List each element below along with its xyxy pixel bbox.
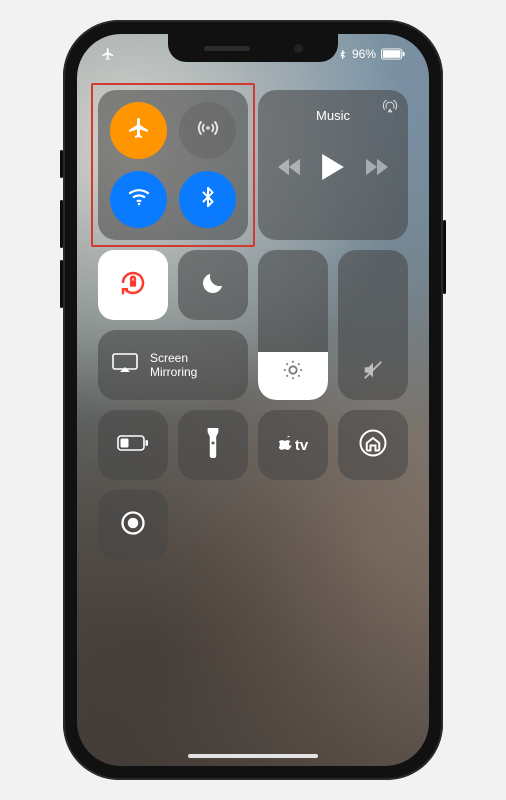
volume-slider[interactable] — [338, 250, 408, 400]
airplay-icon — [382, 100, 398, 119]
apple-tv-remote-button[interactable]: tv — [258, 410, 328, 480]
bluetooth-icon — [197, 184, 219, 215]
cellular-antenna-icon — [195, 115, 221, 146]
wifi-toggle[interactable] — [110, 171, 167, 228]
battery-icon — [117, 434, 149, 457]
side-button — [443, 220, 446, 294]
screen-mirroring-icon — [112, 353, 138, 376]
screen-mirroring-label: Screen Mirroring — [150, 351, 197, 380]
home-indicator[interactable] — [188, 754, 318, 758]
connectivity-module[interactable] — [98, 90, 248, 240]
screen-recording-button[interactable] — [98, 490, 168, 560]
media-title: Music — [316, 108, 350, 142]
wifi-icon — [126, 184, 152, 215]
next-track-button[interactable] — [366, 158, 388, 181]
low-power-mode-toggle[interactable] — [98, 410, 168, 480]
bluetooth-toggle[interactable] — [179, 171, 236, 228]
screen-mirroring-button[interactable]: Screen Mirroring — [98, 330, 248, 400]
sun-icon — [282, 359, 304, 386]
do-not-disturb-toggle[interactable] — [178, 250, 248, 320]
volume-down-button — [60, 260, 63, 308]
flashlight-icon — [205, 428, 221, 463]
volume-mute-icon — [361, 359, 385, 386]
orientation-lock-toggle[interactable] — [98, 250, 168, 320]
screen: 96% — [77, 34, 429, 766]
brightness-slider[interactable] — [258, 250, 328, 400]
orientation-lock-icon — [118, 268, 148, 303]
home-button[interactable] — [338, 410, 408, 480]
airplane-mode-toggle[interactable] — [110, 102, 167, 159]
cellular-data-toggle[interactable] — [179, 102, 236, 159]
airplane-icon — [127, 116, 151, 145]
moon-icon — [200, 270, 226, 301]
control-center: Music — [77, 34, 429, 766]
volume-up-button — [60, 200, 63, 248]
flashlight-button[interactable] — [178, 410, 248, 480]
previous-track-button[interactable] — [278, 158, 300, 181]
media-controls-module[interactable]: Music — [258, 90, 408, 240]
home-icon — [358, 428, 388, 463]
iphone-frame: 96% — [63, 20, 443, 780]
notch — [168, 34, 338, 62]
apple-tv-icon: tv — [278, 436, 308, 454]
play-button[interactable] — [322, 154, 344, 185]
record-icon — [119, 509, 147, 542]
ringer-switch — [60, 150, 63, 178]
